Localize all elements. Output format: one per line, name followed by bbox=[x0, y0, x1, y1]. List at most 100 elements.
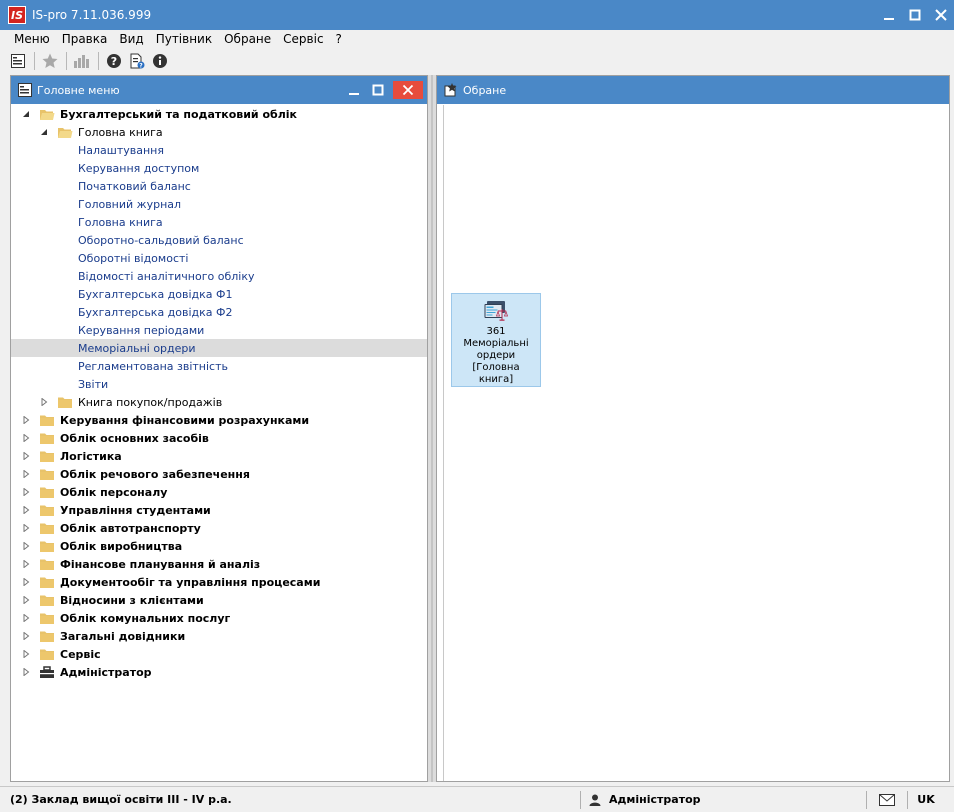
expand-arrow-icon[interactable] bbox=[21, 649, 31, 659]
tree-item-folder[interactable]: Головна книга bbox=[11, 123, 427, 141]
tree-item-leaf[interactable]: Керування доступом bbox=[11, 159, 427, 177]
main-menu-tree: Бухгалтерський та податковий облік Головн… bbox=[11, 105, 427, 781]
expand-arrow-icon[interactable] bbox=[21, 595, 31, 605]
panel-close-button[interactable] bbox=[393, 81, 423, 99]
favorite-star-icon bbox=[42, 53, 58, 68]
tree-item-folder[interactable]: Фінансове планування й аналіз bbox=[11, 555, 427, 573]
folder-icon bbox=[39, 449, 55, 463]
tree-item-label: Логістика bbox=[60, 449, 122, 463]
tree-item-label: Керування періодами bbox=[78, 323, 205, 337]
panel-maximize-button[interactable] bbox=[367, 79, 389, 101]
tree-item-leaf[interactable]: Меморіальні ордери bbox=[11, 339, 427, 357]
tree-item-folder[interactable]: Документообіг та управління процесами bbox=[11, 573, 427, 591]
tree-item-leaf[interactable]: Початковий баланс bbox=[11, 177, 427, 195]
tree-item-leaf[interactable]: Головний журнал bbox=[11, 195, 427, 213]
tree-item-folder[interactable]: Облік виробництва bbox=[11, 537, 427, 555]
tree-item-folder[interactable]: Бухгалтерський та податковий облік bbox=[11, 105, 427, 123]
expand-arrow-icon[interactable] bbox=[21, 451, 31, 461]
tree-item-leaf[interactable]: Налаштування bbox=[11, 141, 427, 159]
panel-minimize-button[interactable] bbox=[343, 79, 365, 101]
tree-item-label: Облік виробництва bbox=[60, 539, 183, 553]
minimize-icon bbox=[349, 93, 359, 95]
tree-item-folder[interactable]: Загальні довідники bbox=[11, 627, 427, 645]
tree-item-folder[interactable]: Адміністратор bbox=[11, 663, 427, 681]
expand-arrow-icon[interactable] bbox=[21, 613, 31, 623]
maximize-icon bbox=[909, 9, 921, 21]
tree-item-leaf[interactable]: Оборотно-сальдовий баланс bbox=[11, 231, 427, 249]
svg-text:?: ? bbox=[139, 63, 143, 70]
tree-item-label: Головна книга bbox=[78, 125, 163, 139]
tree-item-folder[interactable]: Керування фінансовими розрахунками bbox=[11, 411, 427, 429]
tree-item-folder[interactable]: Облік автотранспорту bbox=[11, 519, 427, 537]
mail-button[interactable] bbox=[867, 793, 907, 806]
minimize-button[interactable] bbox=[876, 0, 902, 30]
tree-item-folder[interactable]: Облік речового забезпечення bbox=[11, 465, 427, 483]
menu-item-service[interactable]: Сервіс bbox=[277, 32, 329, 46]
tree-item-folder[interactable]: Відносини з клієнтами bbox=[11, 591, 427, 609]
folder-icon bbox=[39, 611, 55, 625]
tree-item-label: Облік основних засобів bbox=[60, 431, 209, 445]
document-help-button[interactable]: ? bbox=[127, 51, 147, 71]
tree-item-label: Відносини з клієнтами bbox=[60, 593, 204, 607]
tree-view-button[interactable] bbox=[8, 51, 28, 71]
tree-item-folder[interactable]: Облік персоналу bbox=[11, 483, 427, 501]
tree-item-folder[interactable]: Логістика bbox=[11, 447, 427, 465]
menu-item-favorites[interactable]: Обране bbox=[218, 32, 277, 46]
maximize-button[interactable] bbox=[902, 0, 928, 30]
status-bar: (2) Заклад вищої освіти III - IV р.а. Ад… bbox=[0, 786, 954, 812]
folder-icon bbox=[39, 539, 55, 553]
expand-arrow-icon[interactable] bbox=[21, 505, 31, 515]
status-user-name: Адміністратор bbox=[609, 793, 701, 806]
menu-item-guide[interactable]: Путівник bbox=[150, 32, 218, 46]
folder-icon bbox=[39, 629, 55, 643]
window-controls bbox=[876, 0, 954, 30]
tree-item-leaf[interactable]: Оборотні відомості bbox=[11, 249, 427, 267]
add-favorite-button[interactable] bbox=[40, 51, 60, 71]
expand-arrow-icon[interactable] bbox=[21, 469, 31, 479]
chart-icon bbox=[74, 55, 89, 68]
main-menu-header: Головне меню bbox=[11, 76, 427, 104]
tree-item-leaf[interactable]: Регламентована звітність bbox=[11, 357, 427, 375]
tree-item-leaf[interactable]: Бухгалтерська довідка Ф1 bbox=[11, 285, 427, 303]
expand-arrow-icon[interactable] bbox=[21, 631, 31, 641]
document-help-icon: ? bbox=[130, 53, 145, 70]
expand-arrow-icon[interactable] bbox=[21, 415, 31, 425]
help-button[interactable]: ? bbox=[104, 51, 124, 71]
tree-item-leaf[interactable]: Звіти bbox=[11, 375, 427, 393]
tree-item-label: Керування фінансовими розрахунками bbox=[60, 413, 310, 427]
expand-arrow-icon[interactable] bbox=[39, 397, 49, 407]
tree-item-leaf[interactable]: Головна книга bbox=[11, 213, 427, 231]
tree-item-leaf[interactable]: Відомості аналітичного обліку bbox=[11, 267, 427, 285]
close-window-button[interactable] bbox=[928, 0, 954, 30]
folder-icon bbox=[39, 431, 55, 445]
tree-item-folder[interactable]: Управління студентами bbox=[11, 501, 427, 519]
menu-item-edit[interactable]: Правка bbox=[56, 32, 114, 46]
tree-item-label: Регламентована звітність bbox=[78, 359, 228, 373]
tree-item-folder[interactable]: Облік комунальних послуг bbox=[11, 609, 427, 627]
tree-item-folder[interactable]: Облік основних засобів bbox=[11, 429, 427, 447]
collapse-arrow-icon[interactable] bbox=[39, 127, 49, 137]
menu-item-menu[interactable]: Меню bbox=[8, 32, 56, 46]
tree-item-folder[interactable]: Сервіс bbox=[11, 645, 427, 663]
menu-bar: Меню Правка Вид Путівник Обране Сервіс ? bbox=[0, 30, 954, 48]
panel-splitter[interactable] bbox=[428, 75, 436, 782]
folder-icon bbox=[39, 467, 55, 481]
expand-arrow-icon[interactable] bbox=[21, 433, 31, 443]
chart-button[interactable] bbox=[72, 51, 92, 71]
collapse-arrow-icon[interactable] bbox=[21, 109, 31, 119]
expand-arrow-icon[interactable] bbox=[21, 523, 31, 533]
menu-item-help[interactable]: ? bbox=[330, 32, 348, 46]
expand-arrow-icon[interactable] bbox=[21, 541, 31, 551]
menu-item-view[interactable]: Вид bbox=[113, 32, 149, 46]
folder-icon bbox=[39, 575, 55, 589]
expand-arrow-icon[interactable] bbox=[21, 559, 31, 569]
tree-item-leaf[interactable]: Бухгалтерська довідка Ф2 bbox=[11, 303, 427, 321]
expand-arrow-icon[interactable] bbox=[21, 487, 31, 497]
expand-arrow-icon[interactable] bbox=[21, 667, 31, 677]
info-button[interactable] bbox=[150, 51, 170, 71]
language-indicator[interactable]: UK bbox=[908, 793, 944, 806]
favorite-tile-memorial-orders[interactable]: 361 Меморіальні ордери [Головна книга] bbox=[451, 293, 541, 387]
tree-item-leaf[interactable]: Керування періодами bbox=[11, 321, 427, 339]
tree-item-folder[interactable]: Книга покупок/продажів bbox=[11, 393, 427, 411]
expand-arrow-icon[interactable] bbox=[21, 577, 31, 587]
